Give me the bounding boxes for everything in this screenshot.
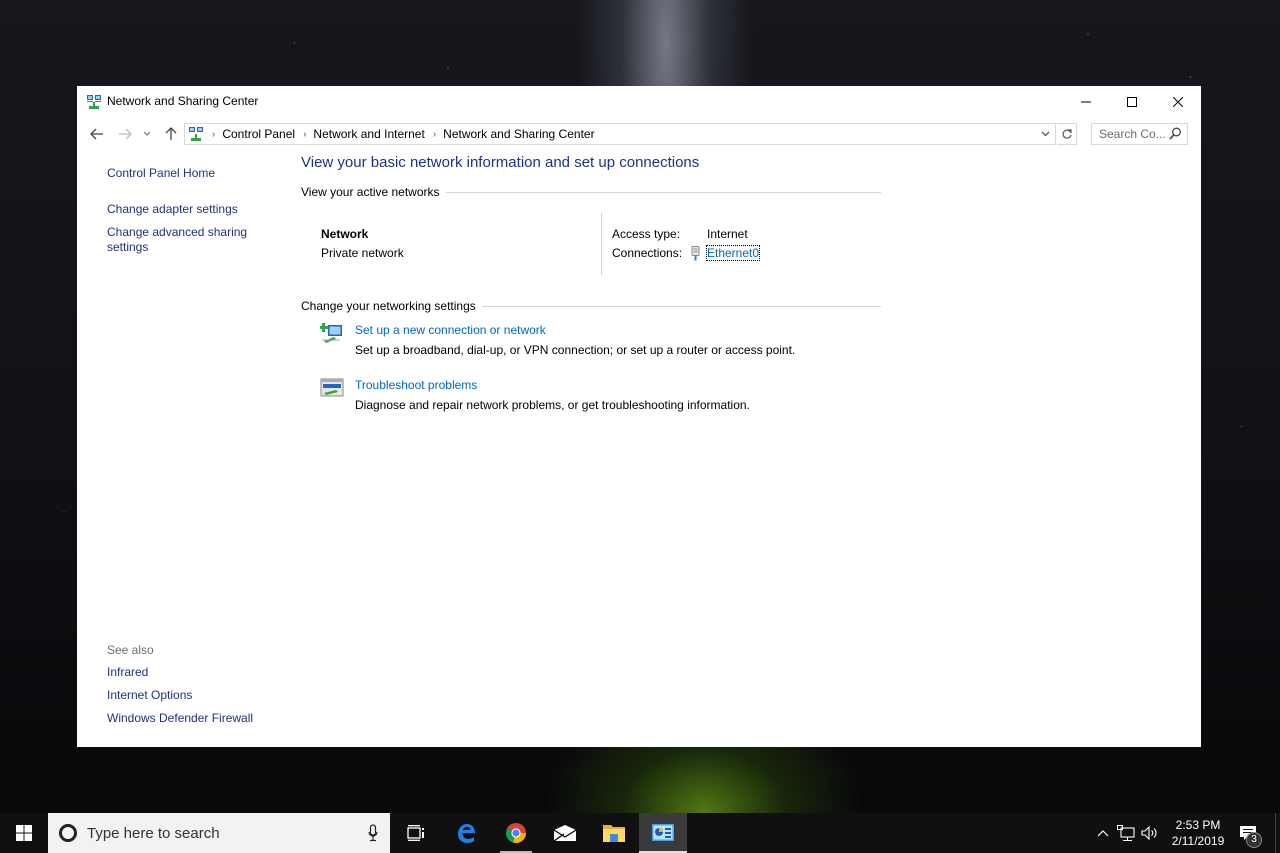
close-button[interactable] (1155, 86, 1201, 117)
active-network-entry: Network Private network Access type: Int… (301, 205, 881, 277)
title-bar[interactable]: Network and Sharing Center (77, 86, 1201, 117)
ethernet0-connection-link[interactable]: Ethernet0 (705, 245, 761, 261)
minimize-button[interactable] (1063, 86, 1109, 117)
breadcrumb-separator[interactable]: › (212, 129, 215, 140)
taskbar-clock[interactable]: 2:53 PM 2/11/2019 (1162, 817, 1234, 849)
task-view-button[interactable] (392, 813, 440, 853)
recent-locations-button[interactable] (140, 124, 154, 144)
taskbar-search-box[interactable]: Type here to search (48, 813, 390, 853)
network-center-taskbar-button[interactable] (639, 813, 687, 853)
setup-connection-item: Set up a new connection or network Set u… (301, 321, 881, 376)
taskbar: Type here to search 2:53 PM 2/11/2019 3 (0, 813, 1280, 853)
page-title: View your basic network information and … (301, 154, 700, 171)
networking-settings-heading-text: Change your networking settings (301, 299, 476, 313)
task-view-icon (407, 825, 424, 841)
mail-icon (553, 825, 577, 842)
network-category: Private network (321, 246, 404, 260)
search-icon (1169, 127, 1181, 140)
ethernet-icon (691, 246, 700, 261)
breadcrumb-network-sharing-center[interactable]: Network and Sharing Center (443, 127, 594, 141)
maximize-button[interactable] (1109, 86, 1155, 117)
chrome-taskbar-button[interactable] (492, 813, 540, 853)
network-tray-button[interactable] (1116, 813, 1136, 853)
notification-count-badge: 3 (1246, 832, 1262, 848)
forward-button[interactable] (115, 124, 135, 144)
control-panel-icon (652, 824, 674, 841)
breadcrumb-separator[interactable]: › (433, 129, 436, 140)
section-divider (481, 305, 881, 307)
mail-taskbar-button[interactable] (541, 813, 589, 853)
networking-settings-heading: Change your networking settings (301, 299, 881, 313)
infrared-link[interactable]: Infrared (107, 665, 307, 680)
change-adapter-settings-link[interactable]: Change adapter settings (107, 202, 277, 217)
troubleshoot-problems-description: Diagnose and repair network problems, or… (355, 398, 750, 412)
troubleshoot-item: Troubleshoot problems Diagnose and repai… (301, 376, 881, 431)
address-dropdown-button[interactable] (1035, 124, 1055, 144)
address-bar[interactable]: › Control Panel › Network and Internet ›… (184, 123, 1056, 145)
troubleshoot-icon (320, 378, 344, 397)
refresh-icon (1062, 129, 1072, 139)
taskbar-search-placeholder: Type here to search (87, 824, 220, 842)
microphone-icon[interactable] (368, 824, 378, 842)
edge-icon (458, 824, 475, 843)
chevron-down-icon (143, 131, 151, 136)
see-also-section: See also Infrared Internet Options Windo… (107, 643, 307, 734)
main-content: View your basic network information and … (301, 154, 881, 431)
close-icon (1173, 96, 1183, 107)
folder-icon (603, 825, 625, 842)
wired-network-icon (1117, 825, 1135, 841)
active-networks-heading-text: View your active networks (301, 185, 440, 199)
back-button[interactable] (87, 124, 107, 144)
file-explorer-taskbar-button[interactable] (590, 813, 638, 853)
new-connection-icon (320, 323, 342, 343)
internet-options-link[interactable]: Internet Options (107, 688, 307, 703)
breadcrumb-separator[interactable]: › (303, 129, 306, 140)
cortana-icon (59, 824, 77, 842)
window-title: Network and Sharing Center (107, 94, 259, 108)
search-input[interactable]: Search Co... (1091, 123, 1188, 145)
start-button[interactable] (0, 813, 48, 853)
forward-arrow-icon (119, 128, 132, 140)
vertical-divider (601, 213, 602, 275)
clock-date: 2/11/2019 (1171, 834, 1225, 848)
setup-new-connection-link[interactable]: Set up a new connection or network (355, 323, 546, 337)
network-name: Network (321, 227, 369, 241)
troubleshoot-problems-link[interactable]: Troubleshoot problems (355, 378, 477, 392)
navigation-bar: › Control Panel › Network and Internet ›… (77, 121, 1201, 147)
connections-label: Connections: (612, 246, 683, 260)
clock-time: 2:53 PM (1175, 818, 1221, 832)
up-arrow-icon (165, 127, 177, 140)
search-placeholder: Search Co... (1099, 127, 1166, 141)
show-hidden-icons-button[interactable] (1094, 813, 1112, 853)
access-type-value: Internet (707, 227, 748, 241)
minimize-icon (1081, 101, 1091, 102)
section-divider (445, 191, 881, 193)
left-task-pane: Control Panel Home Change adapter settin… (107, 166, 277, 255)
back-arrow-icon (90, 128, 103, 140)
setup-new-connection-description: Set up a broadband, dial-up, or VPN conn… (355, 343, 796, 357)
maximize-icon (1127, 96, 1137, 107)
see-also-label: See also (107, 643, 154, 657)
network-sharing-center-window: Network and Sharing Center › Control Pan… (77, 86, 1201, 747)
up-button[interactable] (161, 124, 181, 144)
access-type-label: Access type: (612, 227, 681, 241)
breadcrumb-control-panel[interactable]: Control Panel (222, 127, 295, 141)
chevron-down-icon (1041, 131, 1049, 137)
refresh-button[interactable] (1057, 123, 1077, 145)
volume-tray-button[interactable] (1140, 813, 1160, 853)
breadcrumb-network-and-internet[interactable]: Network and Internet (313, 127, 424, 141)
speaker-icon (1141, 826, 1157, 840)
chevron-up-icon (1097, 829, 1109, 836)
chrome-icon (505, 823, 526, 843)
network-center-icon (87, 95, 101, 109)
control-panel-home-link[interactable]: Control Panel Home (107, 166, 277, 181)
show-desktop-button[interactable] (1275, 813, 1280, 853)
edge-taskbar-button[interactable] (442, 813, 490, 853)
windows-logo-icon (16, 825, 32, 841)
network-center-icon (189, 127, 203, 141)
windows-defender-firewall-link[interactable]: Windows Defender Firewall (107, 711, 307, 726)
active-networks-heading: View your active networks (301, 185, 881, 199)
change-advanced-sharing-settings-link[interactable]: Change advanced sharing settings (107, 225, 252, 255)
